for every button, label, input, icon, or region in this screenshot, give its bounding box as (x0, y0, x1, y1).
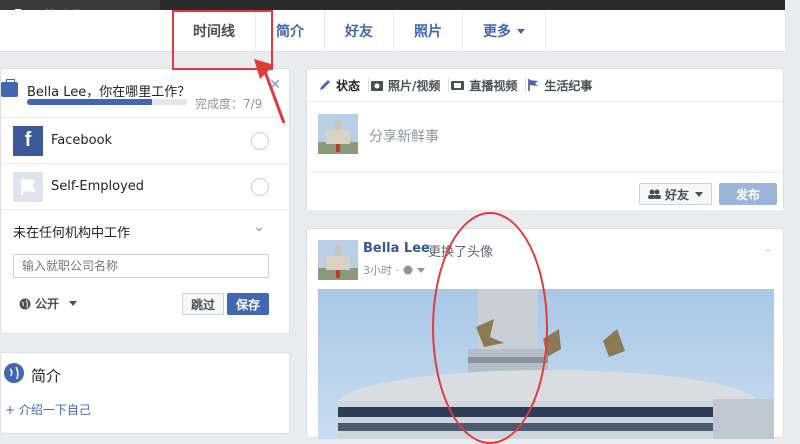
composer-tab-photo-video[interactable]: 照片/视频 (371, 78, 450, 93)
work-option-label: Facebook (51, 133, 113, 148)
tab-friends[interactable]: 好友 (325, 10, 394, 52)
avatar[interactable] (318, 240, 358, 280)
annotation-arrow (254, 59, 286, 124)
feed-post: Bella Lee 更换了头像 3小时 · ⌄ (306, 228, 784, 439)
post-composer: 状态 照片/视频 直播视频 生活纪事 分享新鲜事 好友 发布 (306, 68, 784, 210)
work-prompt-card: Bella Lee，你在哪里工作？ ✕ 完成度：7/9 f Facebook S… (0, 68, 291, 334)
audience-selector[interactable]: 好友 (639, 183, 713, 205)
radio-button[interactable] (251, 131, 269, 150)
tab-about-label: 简介 (276, 24, 304, 40)
pencil-icon (320, 80, 330, 90)
post-photo[interactable] (318, 289, 774, 439)
post-author-link[interactable]: Bella Lee (363, 241, 430, 256)
intro-title: 简介 (31, 367, 62, 385)
composer-tab-life-event[interactable]: 生活纪事 (528, 78, 600, 93)
work-option-label: Self-Employed (51, 179, 145, 194)
post-meta: 3小时 · (363, 262, 425, 278)
post-action-text: 更换了头像 (428, 245, 494, 260)
audience-label: 好友 (665, 187, 690, 202)
tab-friends-label: 好友 (345, 24, 373, 40)
chevron-down-icon (695, 191, 704, 197)
composer-tab-label: 直播视频 (469, 78, 518, 93)
avatar (318, 114, 358, 154)
video-icon (451, 80, 465, 90)
friends-icon (648, 189, 661, 199)
post-timestamp[interactable]: 3小时 · (363, 262, 399, 278)
work-question: Bella Lee，你在哪里工作？ (27, 85, 191, 100)
post-options-icon[interactable]: ⌄ (763, 241, 773, 255)
tab-photos-label: 照片 (414, 24, 442, 40)
tab-timeline-label: 时间线 (193, 24, 235, 40)
work-prompt-header: Bella Lee，你在哪里工作？ ✕ 完成度：7/9 (1, 69, 291, 117)
tab-photos[interactable]: 照片 (394, 10, 463, 52)
chevron-down-icon[interactable] (417, 267, 425, 273)
chevron-down-icon (517, 28, 525, 34)
privacy-label: 公开 (35, 297, 60, 311)
composer-footer: 好友 发布 (307, 172, 783, 210)
radio-button[interactable] (251, 177, 269, 196)
tab-about[interactable]: 简介 (256, 10, 325, 52)
briefcase-icon (1, 79, 18, 97)
save-button[interactable]: 保存 (227, 293, 270, 315)
plus-icon: + (5, 403, 19, 417)
tab-timeline[interactable]: 时间线 (172, 10, 256, 52)
tab-more-label: 更多 (483, 24, 511, 40)
chevron-down-icon[interactable]: ⌄ (253, 219, 265, 235)
post-button[interactable]: 发布 (719, 183, 777, 205)
add-bio-link[interactable]: + 介绍一下自己 (5, 401, 91, 418)
composer-input[interactable]: 分享新鲜事 (369, 126, 439, 146)
work-option-self-employed[interactable]: Self-Employed (1, 163, 291, 209)
tab-more[interactable]: 更多 (463, 10, 546, 52)
composer-tab-label: 照片/视频 (388, 78, 441, 93)
globe-icon (403, 265, 413, 275)
add-bio-label: 介绍一下自己 (18, 403, 91, 417)
composer-tab-label: 生活纪事 (544, 78, 593, 93)
globe-icon (4, 363, 24, 383)
skip-button[interactable]: 跳过 (182, 293, 225, 315)
chevron-down-icon (69, 301, 78, 306)
page-flag-icon (13, 171, 43, 202)
facebook-logo-icon: f (13, 125, 43, 156)
company-name-input[interactable] (13, 254, 269, 278)
camera-icon (371, 80, 384, 91)
composer-tab-live-video[interactable]: 直播视频 (451, 78, 527, 93)
profile-nav-bar: 时间线 简介 好友 照片 更多 (0, 10, 785, 52)
progress-fill (27, 99, 152, 105)
work-option-facebook[interactable]: f Facebook (1, 117, 291, 163)
privacy-selector[interactable]: 公开 (19, 295, 78, 312)
intro-card: 简介 + 介绍一下自己 (0, 352, 290, 434)
flag-icon (528, 79, 539, 91)
composer-tab-label: 状态 (336, 78, 361, 93)
no-employer-label[interactable]: 未在任何机构中工作 (13, 222, 130, 241)
composer-tabs: 状态 照片/视频 直播视频 生活纪事 (307, 69, 783, 102)
globe-icon (19, 298, 31, 309)
composer-tab-status[interactable]: 状态 (319, 78, 370, 93)
completion-progress-bar (27, 99, 187, 105)
